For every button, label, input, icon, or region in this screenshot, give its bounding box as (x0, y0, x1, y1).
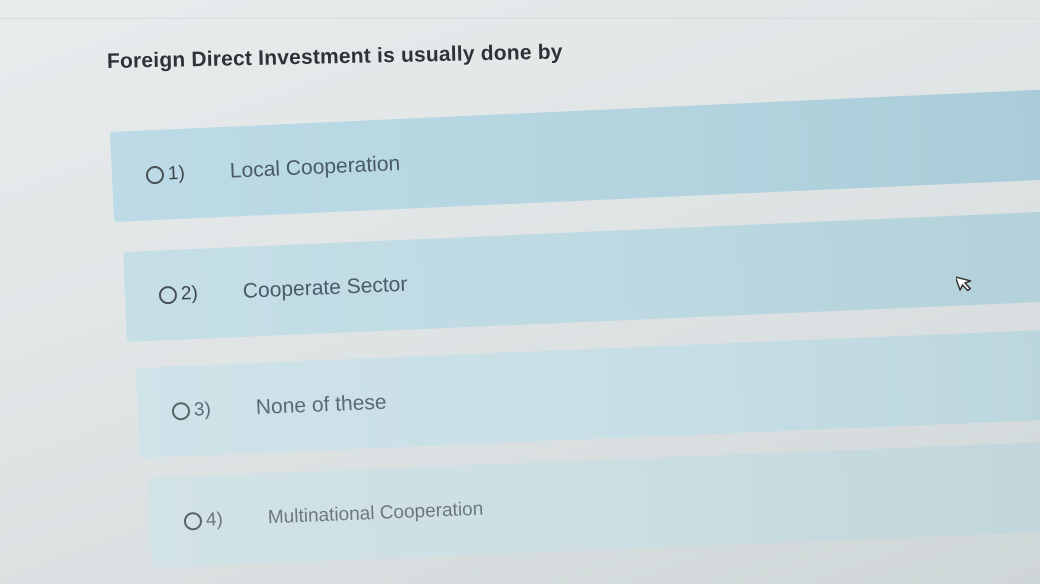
option-label: None of these (255, 390, 388, 420)
option-3[interactable]: 3) None of these (136, 329, 1040, 458)
radio-unselected-icon[interactable] (158, 285, 178, 305)
option-label: Multinational Cooperation (267, 498, 484, 529)
quiz-page: Foreign Direct Investment is usually don… (0, 0, 1040, 584)
radio-unselected-icon[interactable] (145, 165, 165, 185)
option-number: 3) (193, 398, 212, 421)
top-divider (0, 18, 1040, 19)
question-text: Foreign Direct Investment is usually don… (106, 40, 563, 73)
radio-unselected-icon[interactable] (183, 511, 203, 531)
radio-unselected-icon[interactable] (171, 401, 191, 421)
option-4[interactable]: 4) Multinational Cooperation (148, 441, 1040, 568)
option-number: 2) (180, 282, 199, 305)
option-label: Local Cooperation (229, 151, 401, 183)
option-number: 4) (205, 509, 224, 531)
option-1[interactable]: 1) Local Cooperation (109, 89, 1040, 222)
mouse-pointer-icon (956, 276, 972, 292)
option-2[interactable]: 2) Cooperate Sector (123, 211, 1040, 342)
option-number: 1) (167, 162, 186, 185)
option-label: Cooperate Sector (242, 272, 408, 303)
